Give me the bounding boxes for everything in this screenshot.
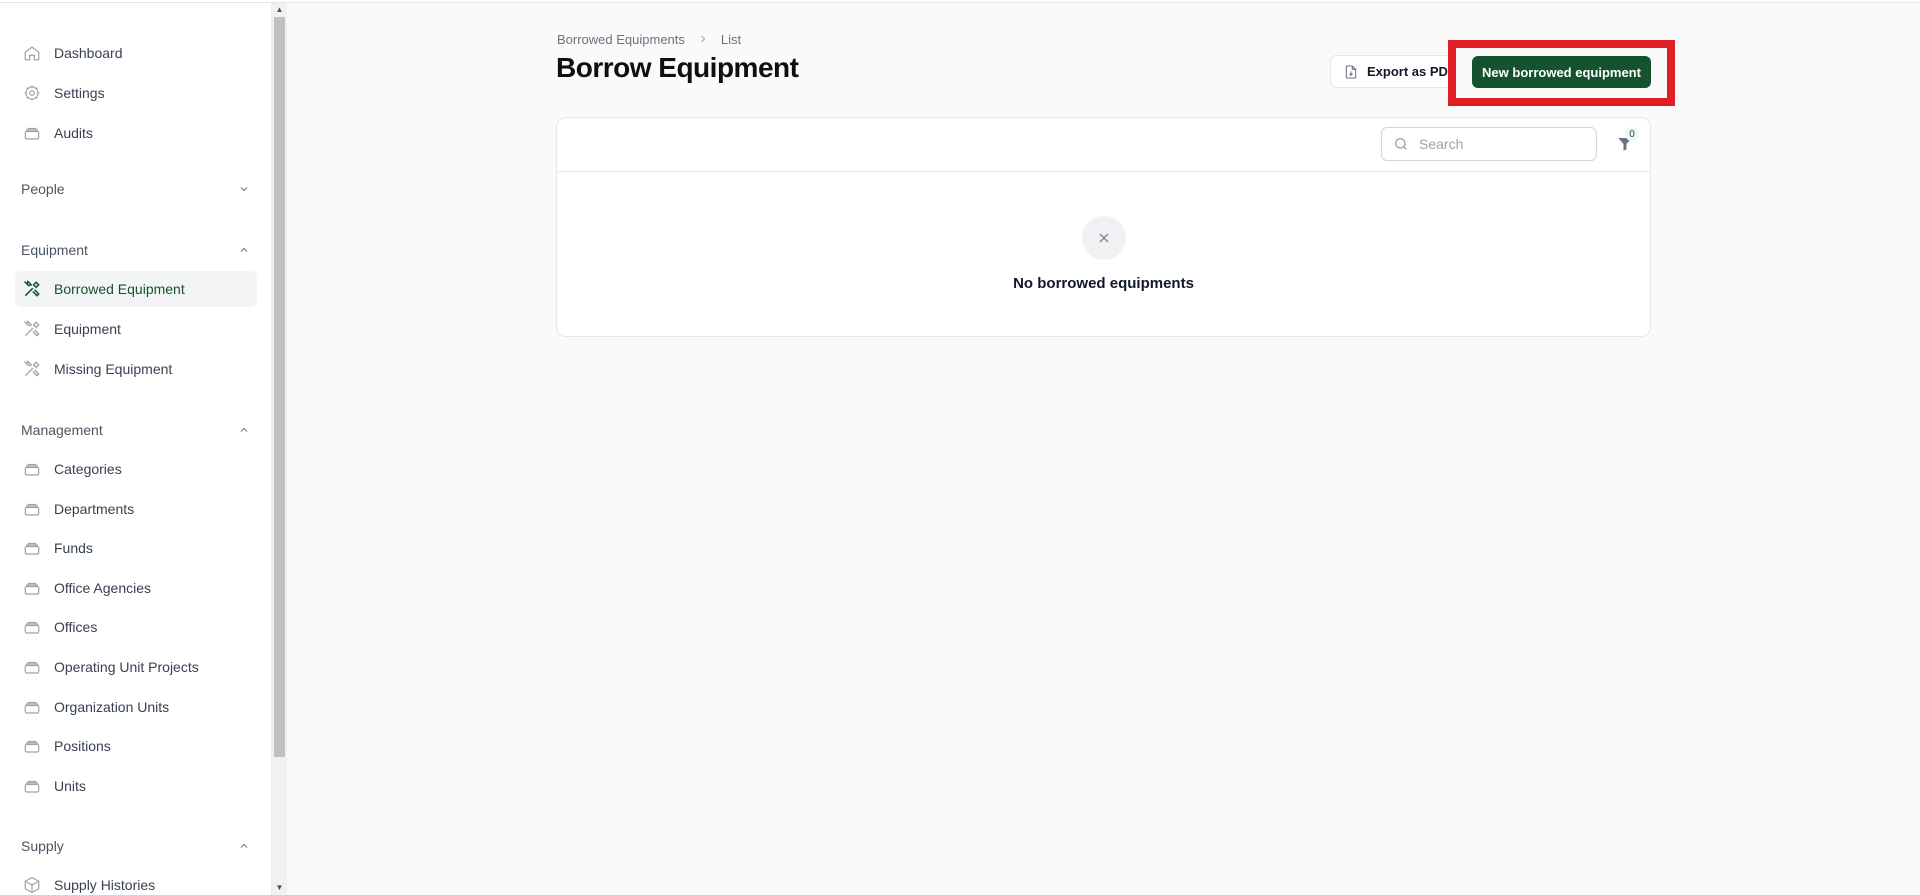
- sidebar-item-operating-unit-projects[interactable]: Operating Unit Projects: [15, 649, 257, 685]
- breadcrumb-current: List: [720, 31, 742, 47]
- stack-icon: [22, 123, 42, 143]
- tools-icon: [22, 359, 42, 379]
- sidebar-item-units[interactable]: Units: [15, 768, 257, 804]
- stack-icon: [22, 736, 42, 756]
- sidebar-item-office-agencies[interactable]: Office Agencies: [15, 570, 257, 606]
- stack-icon: [22, 578, 42, 598]
- sidebar-item-funds[interactable]: Funds: [15, 530, 257, 566]
- stack-icon: [22, 657, 42, 677]
- group-label: Supply: [21, 838, 64, 854]
- stack-icon: [22, 538, 42, 558]
- sidebar-item-equipment[interactable]: Equipment: [15, 311, 257, 347]
- top-border: [0, 0, 1920, 3]
- sidebar-item-missing-equipment[interactable]: Missing Equipment: [15, 351, 257, 387]
- gear-icon: [22, 83, 42, 103]
- scroll-down-arrow-icon[interactable]: ▼: [272, 881, 287, 895]
- stack-icon: [22, 499, 42, 519]
- stack-icon: [22, 697, 42, 717]
- sidebar-item-label: Offices: [54, 619, 98, 635]
- sidebar-item-dashboard[interactable]: Dashboard: [15, 35, 257, 71]
- chevron-up-icon: [237, 423, 251, 437]
- sidebar-item-settings[interactable]: Settings: [15, 75, 257, 111]
- scrollbar-thumb[interactable]: [274, 17, 285, 757]
- sidebar-item-positions[interactable]: Positions: [15, 728, 257, 764]
- cube-icon: [22, 875, 42, 895]
- group-label: People: [21, 181, 65, 197]
- stack-icon: [22, 617, 42, 637]
- sidebar-item-label: Positions: [54, 738, 111, 754]
- search-input[interactable]: [1419, 136, 1589, 152]
- sidebar-group-supply[interactable]: Supply: [21, 834, 251, 858]
- document-download-icon: [1343, 64, 1359, 80]
- tools-icon: [22, 279, 42, 299]
- sidebar-item-label: Supply Histories: [54, 877, 156, 893]
- empty-state-message: No borrowed equipments: [1013, 275, 1194, 292]
- chevron-right-icon: [697, 33, 709, 45]
- sidebar-item-label: Dashboard: [54, 45, 123, 61]
- breadcrumb: Borrowed Equipments List: [557, 30, 741, 48]
- sidebar-item-audits[interactable]: Audits: [15, 115, 257, 151]
- export-pdf-label: Export as PDF: [1367, 64, 1455, 79]
- sidebar-item-label: Audits: [54, 125, 93, 141]
- sidebar-item-label: Office Agencies: [54, 580, 152, 596]
- sidebar-item-offices[interactable]: Offices: [15, 609, 257, 645]
- tools-icon: [22, 319, 42, 339]
- sidebar-item-label: Units: [54, 778, 86, 794]
- sidebar-group-people[interactable]: People: [21, 177, 251, 201]
- sidebar: Dashboard Settings Audits People Equipme…: [0, 3, 272, 895]
- search-icon: [1393, 136, 1409, 152]
- sidebar-item-label: Equipment: [54, 321, 121, 337]
- sidebar-item-label: Missing Equipment: [54, 361, 173, 377]
- home-icon: [22, 43, 42, 63]
- sidebar-group-management[interactable]: Management: [21, 418, 251, 442]
- sidebar-item-label: Borrowed Equipment: [54, 281, 185, 297]
- sidebar-item-label: Operating Unit Projects: [54, 659, 199, 675]
- stack-icon: [22, 776, 42, 796]
- sidebar-item-label: Categories: [54, 461, 122, 477]
- filter-count-badge: 0: [1625, 127, 1639, 141]
- sidebar-group-equipment[interactable]: Equipment: [21, 238, 251, 262]
- stack-icon: [22, 459, 42, 479]
- close-icon: [1082, 216, 1126, 260]
- sidebar-scrollbar[interactable]: ▲ ▼: [272, 3, 287, 895]
- sidebar-item-borrowed-equipment[interactable]: Borrowed Equipment: [15, 271, 257, 307]
- sidebar-item-label: Settings: [54, 85, 105, 101]
- search-field[interactable]: [1381, 127, 1597, 161]
- chevron-down-icon: [237, 182, 251, 196]
- new-borrowed-equipment-button[interactable]: New borrowed equipment: [1472, 56, 1651, 88]
- sidebar-item-categories[interactable]: Categories: [15, 451, 257, 487]
- scroll-up-arrow-icon[interactable]: ▲: [272, 3, 287, 17]
- sidebar-item-label: Funds: [54, 540, 93, 556]
- breadcrumb-link[interactable]: Borrowed Equipments: [557, 32, 685, 47]
- page-title: Borrow Equipment: [556, 52, 799, 83]
- sidebar-item-supply-histories[interactable]: Supply Histories: [15, 867, 257, 895]
- table-card: 0 No borrowed equipments: [556, 117, 1651, 337]
- table-toolbar: 0: [557, 118, 1650, 172]
- sidebar-item-label: Organization Units: [54, 699, 170, 715]
- group-label: Management: [21, 422, 103, 438]
- chevron-up-icon: [237, 243, 251, 257]
- group-label: Equipment: [21, 242, 88, 258]
- chevron-up-icon: [237, 839, 251, 853]
- sidebar-item-departments[interactable]: Departments: [15, 491, 257, 527]
- sidebar-item-label: Departments: [54, 501, 135, 517]
- export-pdf-button[interactable]: Export as PDF: [1330, 55, 1455, 88]
- sidebar-item-organization-units[interactable]: Organization Units: [15, 689, 257, 725]
